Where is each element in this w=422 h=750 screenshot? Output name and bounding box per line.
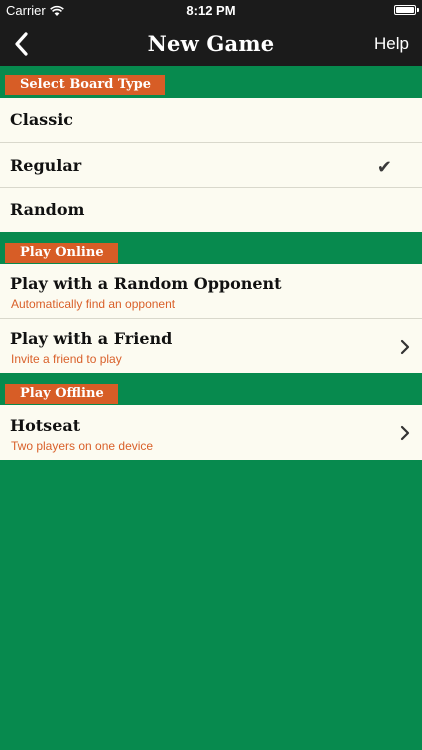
play-hotseat[interactable]: Hotseat Two players on one device [0,405,422,460]
status-time: 8:12 PM [186,3,236,18]
checkmark-icon: ✔ [376,157,392,178]
play-hotseat-subtitle: Two players on one device [11,439,154,453]
page-title: New Game [147,31,275,56]
section-header-play-online: Play Online [5,243,118,263]
battery-icon [394,5,419,15]
board-type-random[interactable]: Random [0,188,422,232]
board-type-regular[interactable]: Regular ✔ [0,143,422,187]
board-type-classic-label: Classic [10,110,74,129]
play-hotseat-label: Hotseat [10,416,81,435]
battery-nub [417,8,419,12]
play-with-friend[interactable]: Play with a Friend Invite a friend to pl… [0,319,422,373]
section-header-play-offline: Play Offline [5,384,118,404]
board-type-random-label: Random [10,200,85,219]
play-random-opponent-subtitle: Automatically find an opponent [11,297,176,311]
play-with-friend-label: Play with a Friend [10,329,173,348]
help-button[interactable]: Help [374,34,409,54]
board-type-classic[interactable]: Classic [0,98,422,142]
section-header-board-type: Select Board Type [5,75,166,95]
battery-fill [396,7,414,13]
chevron-right-icon [400,425,410,441]
play-random-opponent-label: Play with a Random Opponent [10,274,282,293]
nav-bar: New Game Help [0,22,422,66]
chevron-right-icon [400,339,410,355]
play-with-friend-subtitle: Invite a friend to play [11,352,122,366]
status-bar: Carrier 8:12 PM [0,0,422,22]
board-type-regular-label: Regular [10,156,82,175]
play-random-opponent[interactable]: Play with a Random Opponent Automaticall… [0,264,422,318]
